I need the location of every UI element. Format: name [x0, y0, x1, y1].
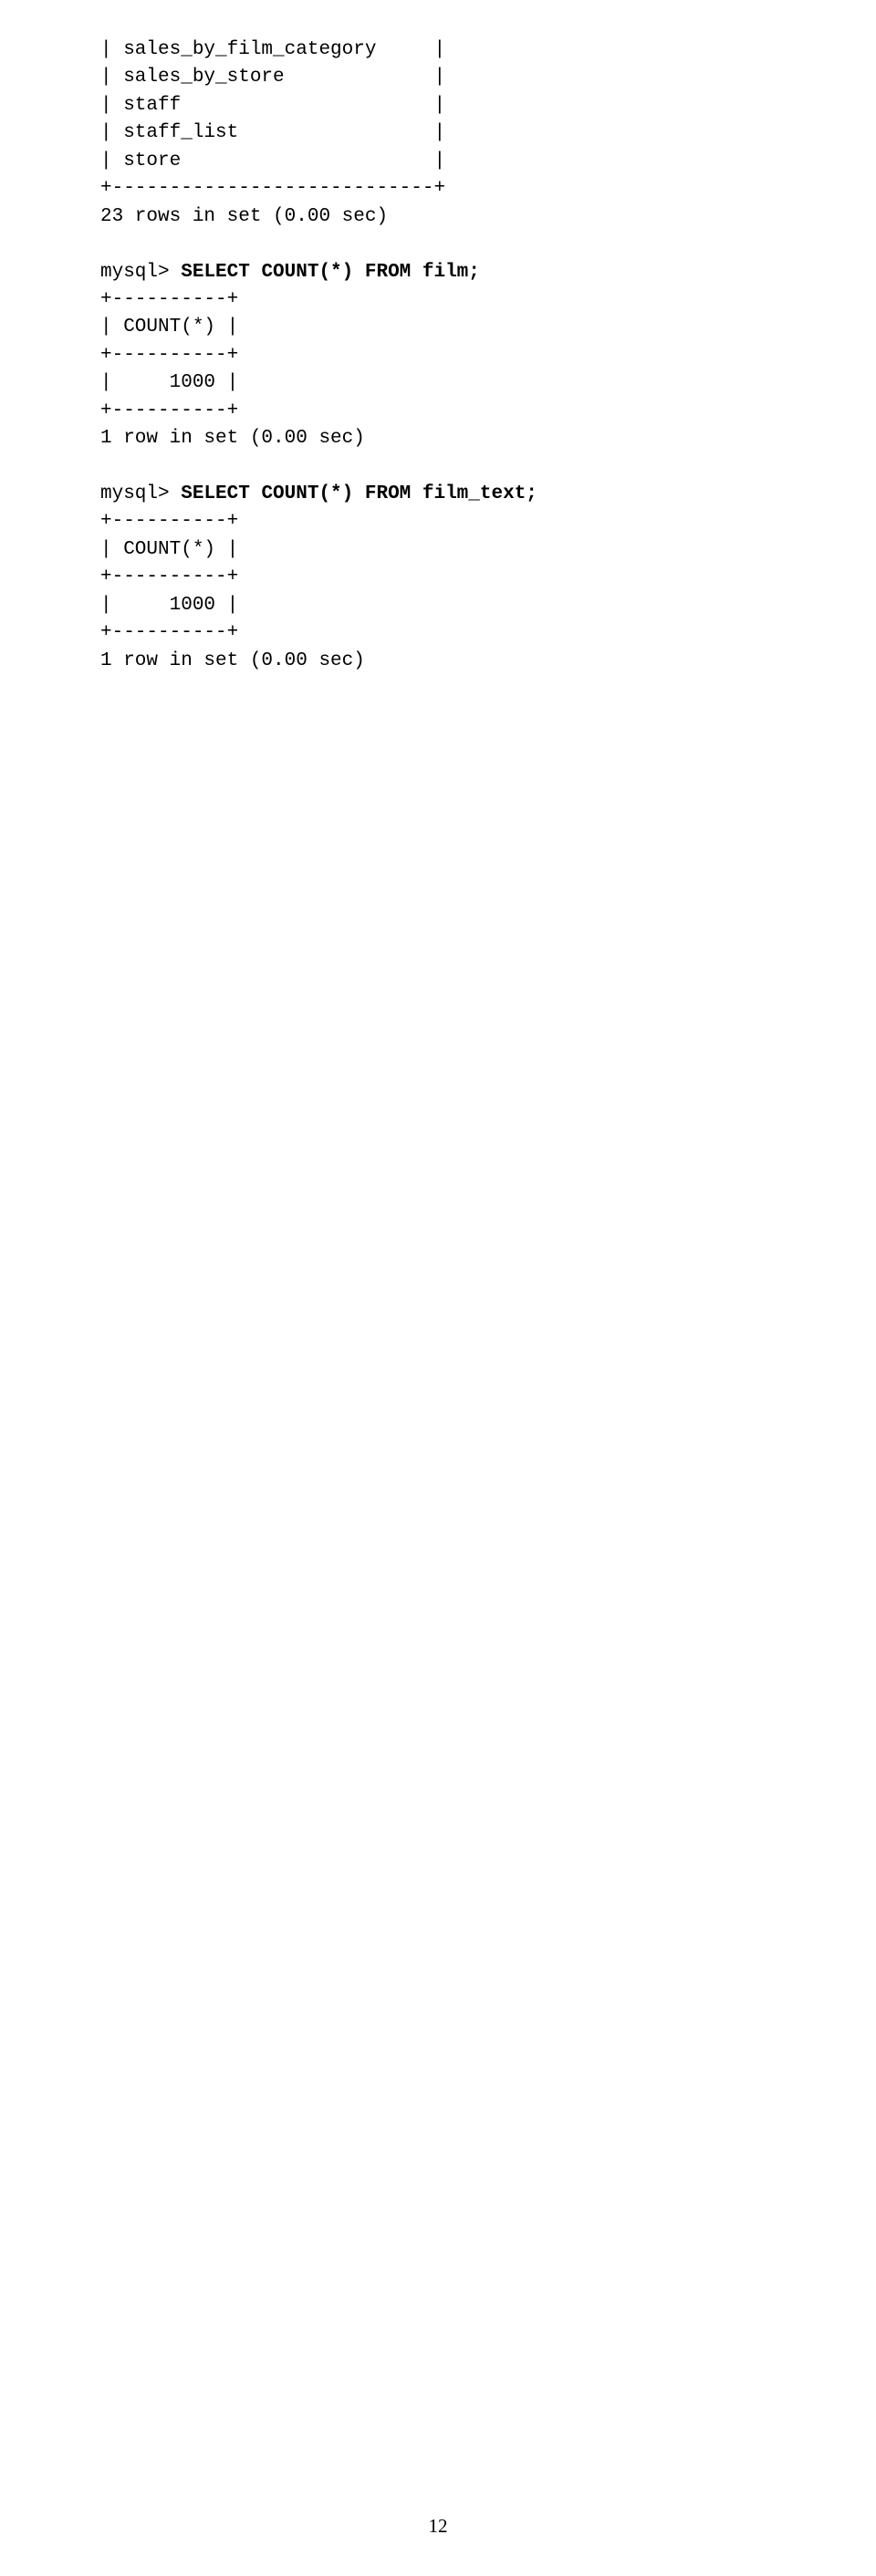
- sql-prompt: mysql>: [100, 483, 170, 504]
- page: | sales_by_film_category | | sales_by_st…: [0, 0, 876, 2576]
- result-border: +----------+: [100, 398, 776, 425]
- result-header: | COUNT(*) |: [100, 314, 776, 341]
- result-border: +----------+: [100, 508, 776, 535]
- result-border: +----------+: [100, 619, 776, 647]
- result-border: +----------+: [100, 564, 776, 591]
- sql-prompt: mysql>: [100, 262, 170, 283]
- table-list-row: | sales_by_film_category |: [100, 36, 776, 64]
- sql-query: SELECT COUNT(*) FROM film;: [181, 262, 480, 283]
- blank-line: [100, 453, 776, 481]
- table-list-border: +----------------------------+: [100, 175, 776, 203]
- query-summary: 23 rows in set (0.00 sec): [100, 203, 776, 231]
- result-header: | COUNT(*) |: [100, 536, 776, 564]
- result-value: | 1000 |: [100, 592, 776, 619]
- query-summary: 1 row in set (0.00 sec): [100, 648, 776, 675]
- table-list-row: | sales_by_store |: [100, 64, 776, 91]
- page-number: 12: [0, 2512, 876, 2540]
- blank-line: [100, 231, 776, 258]
- result-border: +----------+: [100, 342, 776, 369]
- sql-query: SELECT COUNT(*) FROM film_text;: [181, 483, 537, 504]
- table-list-row: | store |: [100, 148, 776, 175]
- query-summary: 1 row in set (0.00 sec): [100, 425, 776, 452]
- table-list-row: | staff |: [100, 92, 776, 119]
- result-value: | 1000 |: [100, 369, 776, 397]
- table-list-row: | staff_list |: [100, 119, 776, 147]
- sql-line: mysql> SELECT COUNT(*) FROM film_text;: [100, 481, 776, 508]
- result-border: +----------+: [100, 286, 776, 314]
- sql-line: mysql> SELECT COUNT(*) FROM film;: [100, 259, 776, 286]
